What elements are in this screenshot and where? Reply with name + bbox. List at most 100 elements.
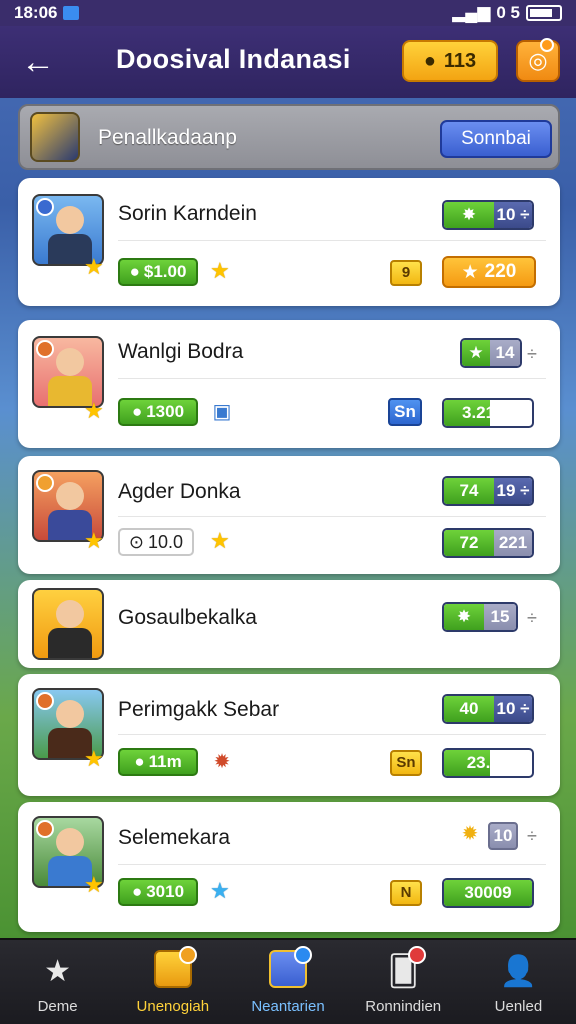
page-title: Doosival Indanasi — [116, 44, 351, 74]
stat-pill: ● $1.00 — [118, 258, 198, 286]
stat-pill: 74 19 ÷ — [442, 476, 534, 506]
header-menu-button[interactable]: ◎ — [516, 38, 560, 82]
banner-button[interactable]: Sonnbai — [440, 120, 552, 158]
player-name: Selemekara — [118, 826, 231, 849]
star-icon: ★ — [462, 340, 490, 366]
card-icon: ▣ — [212, 401, 232, 423]
reward-value: 30009 — [444, 880, 532, 906]
stat-pill: 40 10 ÷ — [442, 694, 534, 724]
sim-icon — [63, 6, 80, 20]
player-card[interactable]: Gosaulbekalka ✸ 15 ÷ — [18, 580, 560, 668]
nav-item-edit[interactable]: Neantarien — [230, 940, 345, 1024]
star-icon: ★ — [210, 528, 230, 553]
coin-icon: ⊙ — [128, 531, 145, 552]
player-card[interactable]: ★ Selemekara ✹ 10 ÷ ● 3010 ★ N 30009 — [18, 802, 560, 932]
stat-value: 15 — [484, 604, 516, 630]
player-card[interactable]: ★ Wanlgi Bodra ★ 14 ÷ ● 1300 ▣ Sn 3.2150 — [18, 320, 560, 448]
nav-item-cards[interactable]: 🂠 Ronnindien — [346, 940, 461, 1024]
notification-badge — [294, 946, 313, 964]
stat-box: Sn — [388, 398, 422, 426]
reward-pill[interactable]: 3.2150 — [442, 398, 534, 428]
star-icon: ★ — [84, 746, 104, 771]
star-icon: ★ — [461, 261, 479, 283]
player-name: Gosaulbekalka — [118, 606, 257, 629]
ring-icon: ◎ — [528, 48, 548, 73]
reward-pill[interactable]: 23.20 — [442, 748, 534, 778]
stat-value: 14 — [490, 340, 520, 366]
player-card[interactable]: ★ Perimgakk Sebar 40 10 ÷ ● 11m ✹ Sn 23.… — [18, 674, 560, 796]
player-name: Sorin Karndein — [118, 202, 257, 225]
notification-badge — [179, 946, 198, 964]
player-card[interactable]: ★ Sorin Karndein ✸ 10 ÷ ● $1.00 ★ 9 ★ 22… — [18, 178, 560, 306]
star-icon: ★ — [44, 955, 72, 988]
reward-left: 72 — [444, 530, 494, 556]
team-avatar — [30, 112, 80, 162]
sun-icon: ✹ — [461, 823, 479, 845]
stat-pill: ● 11m — [118, 748, 198, 776]
star-icon: ★ — [84, 398, 104, 423]
nav-item-home[interactable]: ★ Deme — [0, 940, 115, 1024]
nav-item-trophy[interactable]: Unenogiah — [115, 940, 230, 1024]
reward-value: 3.2150 — [462, 403, 514, 422]
stat-value: 3010 — [146, 882, 185, 901]
reward-value: 221 — [494, 530, 532, 556]
back-arrow-icon[interactable]: ← — [18, 42, 58, 82]
reward-button[interactable]: ★ 220 — [442, 256, 536, 288]
gem-icon: ✸ — [444, 202, 494, 228]
notification-dot — [540, 38, 554, 52]
stat-value: 11m — [148, 752, 182, 771]
coins-button[interactable]: ● 113 — [402, 40, 498, 82]
stat-pill: ● 1300 — [118, 398, 198, 426]
coin-count: 113 — [443, 49, 477, 72]
status-time: 18:06 — [14, 3, 58, 22]
status-bar: 18:06 ▂▄▆ 0 5 — [0, 0, 576, 26]
stat-pill: ✸ 15 — [442, 602, 518, 632]
stat-box: 9 — [390, 260, 422, 286]
gear-icon: ✹ — [213, 751, 231, 773]
stat-value: $1.00 — [143, 262, 187, 281]
coin-icon: ● — [129, 262, 140, 281]
player-name: Agder Donka — [118, 480, 241, 503]
reward-pill[interactable]: 72 221 — [442, 528, 534, 558]
player-name: Wanlgi Bodra — [118, 340, 244, 363]
stat-pill: ● 3010 — [118, 878, 198, 906]
stat-pill: ⊙ 10.0 — [118, 528, 194, 556]
stat-value: 1300 — [146, 402, 185, 421]
stat-box: 10 — [488, 822, 518, 850]
stat-value: 10.0 — [148, 531, 184, 552]
star-icon: ★ — [84, 254, 104, 279]
reward-pill[interactable]: 30009 — [442, 878, 534, 908]
nav-label: Ronnindien — [365, 998, 442, 1015]
notification-badge — [407, 946, 426, 964]
coin-icon: ● — [131, 882, 143, 901]
coin-icon: ● — [131, 402, 143, 421]
battery-icon — [526, 5, 562, 21]
nav-label: Uenled — [494, 998, 543, 1015]
stat-box: N — [390, 880, 422, 906]
nav-item-profile[interactable]: 👤 Uenled — [461, 940, 576, 1024]
status-right-text: 0 5 — [496, 3, 520, 22]
nav-label: Deme — [37, 998, 78, 1015]
profile-icon: 👤 — [499, 955, 538, 988]
gem-icon: ✸ — [444, 604, 484, 630]
stat-box: Sn — [390, 750, 422, 776]
coin-icon: ● — [423, 49, 436, 72]
star-icon: ★ — [84, 528, 104, 553]
stat-value: 10 — [496, 699, 516, 718]
player-name: Perimgakk Sebar — [118, 698, 280, 721]
player-card[interactable]: ★ Agder Donka 74 19 ÷ ⊙ 10.0 ★ 72 221 — [18, 456, 560, 574]
nav-label: Neantarien — [251, 998, 325, 1015]
stat-left: 40 — [444, 696, 494, 722]
app-header: ← Doosival Indanasi ● 113 ◎ — [0, 26, 576, 98]
stat-pill: ★ 14 — [460, 338, 522, 368]
star-icon: ★ — [210, 258, 230, 283]
team-banner: Penallkadaanp Sonnbai — [18, 104, 560, 170]
stat-pill: ✸ 10 ÷ — [442, 200, 534, 230]
bottom-nav: ★ Deme Unenogiah Neantarien 🂠 Ronnindien… — [0, 938, 576, 1024]
more-icon[interactable]: ÷ — [526, 826, 538, 846]
reward-value: 23.20 — [466, 753, 510, 772]
star-icon: ★ — [84, 872, 104, 897]
more-icon[interactable]: ÷ — [526, 608, 538, 628]
more-icon[interactable]: ÷ — [526, 344, 538, 364]
coin-icon: ● — [134, 752, 145, 771]
